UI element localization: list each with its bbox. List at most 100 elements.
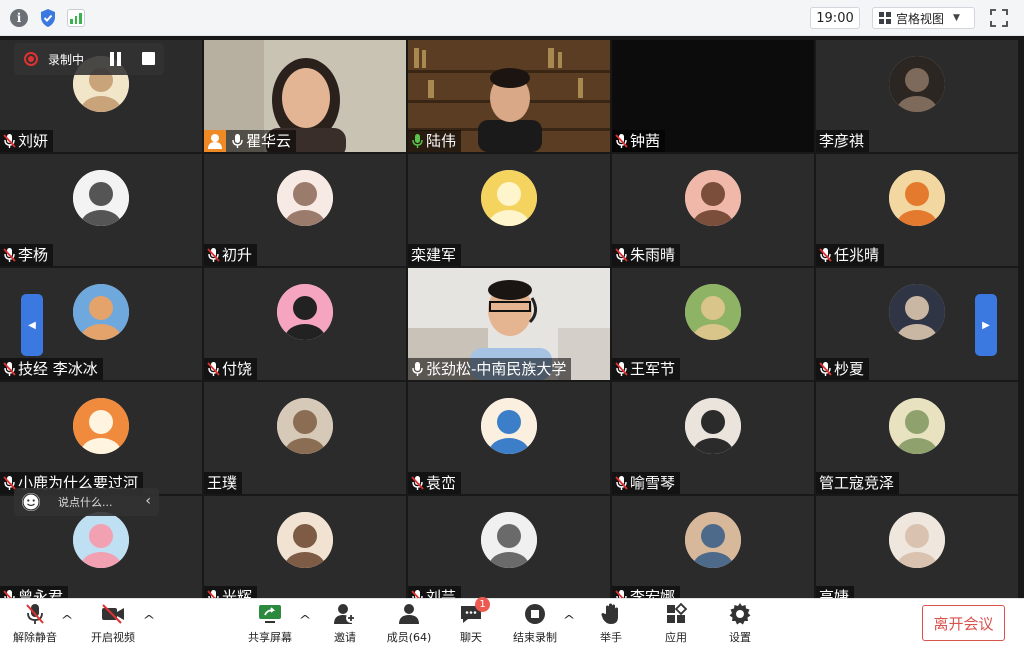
share-screen-label: 共享屏幕 — [248, 631, 292, 644]
participant-tile[interactable]: 光辉 — [204, 496, 406, 598]
participant-tile[interactable]: 李杨 — [0, 154, 202, 266]
participant-name: 栾建军 — [411, 246, 457, 264]
quick-chat-bar[interactable]: 说点什么... ‹ — [14, 488, 159, 516]
participant-tile[interactable]: 李宏娜 — [612, 496, 814, 598]
participant-nameplate: 李杨 — [0, 244, 54, 266]
participant-name: 光辉 — [222, 588, 253, 598]
participant-nameplate: 光辉 — [204, 586, 258, 598]
signal-icon[interactable] — [66, 8, 86, 28]
chat-label: 聊天 — [460, 631, 482, 644]
participant-nameplate: 付饶 — [204, 358, 258, 380]
participant-nameplate: 陆伟 — [408, 130, 462, 152]
participant-nameplate: 刘芸 — [408, 586, 462, 598]
unmute-button[interactable]: 解除静音 — [10, 602, 60, 646]
participant-tile[interactable]: 王军节 — [612, 268, 814, 380]
participant-name: 任兆晴 — [834, 246, 880, 264]
participant-tile[interactable]: 高婕 — [816, 496, 1018, 598]
participant-name: 朱雨晴 — [630, 246, 676, 264]
participant-nameplate: 曾永君 — [0, 586, 69, 598]
participant-tile[interactable]: 喻雪琴 — [612, 382, 814, 494]
start-video-label: 开启视频 — [91, 631, 135, 644]
meeting-toolbar: 解除静音 ^ 开启视频 ^ 共享屏幕 ^ 邀请 成员(64) 1 聊天 结束录制… — [0, 597, 1024, 647]
mic-muted-icon — [411, 589, 424, 598]
participant-nameplate: 杪夏 — [816, 358, 870, 380]
recording-indicator: 录制中 — [14, 43, 164, 75]
chat-button[interactable]: 1 聊天 — [456, 597, 490, 646]
participant-tile[interactable]: 初升 — [204, 154, 406, 266]
stop-record-label: 结束录制 — [513, 631, 557, 644]
participant-avatar — [889, 170, 945, 226]
mic-muted-icon — [207, 361, 220, 377]
apps-icon — [663, 602, 689, 626]
members-icon — [396, 602, 422, 626]
previous-page-button[interactable]: ◀ — [21, 294, 43, 356]
participant-nameplate: 栾建军 — [408, 244, 462, 266]
share-options-caret-icon[interactable]: ^ — [298, 613, 311, 627]
stop-record-button[interactable]: 结束录制 — [510, 602, 560, 646]
mic-muted-icon — [615, 247, 628, 263]
emoji-icon[interactable] — [22, 493, 40, 511]
start-video-button[interactable]: 开启视频 — [88, 602, 138, 646]
mic-muted-icon — [3, 133, 16, 149]
top-bar: i 19:00 宫格视图 ▼ — [0, 0, 1024, 36]
chat-unread-badge: 1 — [475, 597, 490, 612]
participant-tile[interactable]: 任兆晴 — [816, 154, 1018, 266]
participant-nameplate: 王璞 — [204, 472, 243, 494]
mic-icon — [231, 133, 244, 149]
audio-options-caret-icon[interactable]: ^ — [60, 613, 73, 627]
participant-tile[interactable]: 栾建军 — [408, 154, 610, 266]
chevron-left-icon[interactable]: ‹ — [145, 493, 151, 509]
gear-icon — [727, 602, 753, 626]
invite-label: 邀请 — [334, 631, 356, 644]
share-screen-button[interactable]: 共享屏幕 — [246, 602, 294, 646]
apps-button[interactable]: 应用 — [661, 602, 691, 646]
participant-tile[interactable]: 张劲松-中南民族大学 — [408, 268, 610, 380]
participant-name: 杪夏 — [834, 360, 865, 378]
caret-down-icon: ▼ — [953, 13, 960, 23]
participant-avatar — [481, 170, 537, 226]
pause-recording-button[interactable] — [110, 52, 124, 66]
participant-nameplate: 张劲松-中南民族大学 — [408, 358, 572, 380]
invite-button[interactable]: 邀请 — [330, 602, 360, 646]
fullscreen-icon[interactable] — [989, 8, 1009, 28]
raise-hand-button[interactable]: 举手 — [596, 602, 626, 646]
participant-tile[interactable]: 钟茜 — [612, 40, 814, 152]
participant-tile[interactable]: 瞿华云 — [204, 40, 406, 152]
chat-input-placeholder[interactable]: 说点什么... — [58, 494, 113, 510]
stop-recording-button[interactable] — [142, 52, 155, 65]
view-mode-dropdown[interactable]: 宫格视图 ▼ — [872, 7, 975, 29]
participant-tile[interactable]: 朱雨晴 — [612, 154, 814, 266]
settings-button[interactable]: 设置 — [725, 602, 755, 646]
chat-icon: 1 — [458, 597, 490, 626]
record-options-caret-icon[interactable]: ^ — [562, 613, 575, 627]
participant-name: 喻雪琴 — [630, 474, 676, 492]
participant-nameplate: 任兆晴 — [816, 244, 885, 266]
video-options-caret-icon[interactable]: ^ — [142, 613, 155, 627]
mic-muted-icon — [207, 589, 220, 598]
participant-avatar — [889, 512, 945, 568]
members-button[interactable]: 成员(64) — [385, 602, 433, 646]
mic-muted-icon — [615, 475, 628, 491]
participant-tile[interactable]: 付饶 — [204, 268, 406, 380]
participant-nameplate: 李彦祺 — [816, 130, 870, 152]
leave-meeting-button[interactable]: 离开会议 — [922, 605, 1005, 641]
shield-icon[interactable] — [38, 8, 58, 28]
participant-avatar — [889, 56, 945, 112]
participant-tile[interactable]: 刘芸 — [408, 496, 610, 598]
apps-label: 应用 — [665, 631, 687, 644]
participant-name: 陆伟 — [426, 132, 457, 150]
recording-label: 录制中 — [48, 52, 85, 67]
participant-tile[interactable]: 管工寇竞泽 — [816, 382, 1018, 494]
participant-avatar — [481, 398, 537, 454]
participant-tile[interactable]: 袁峦 — [408, 382, 610, 494]
participant-tile[interactable]: 王璞 — [204, 382, 406, 494]
host-icon — [204, 130, 226, 152]
info-icon[interactable]: i — [9, 8, 29, 28]
participant-tile[interactable]: 小鹿为什么要过河 — [0, 382, 202, 494]
participant-tile[interactable]: 李彦祺 — [816, 40, 1018, 152]
next-page-button[interactable]: ▶ — [975, 294, 997, 356]
arrow-left-icon: ◀ — [28, 319, 36, 331]
participant-tile[interactable]: 陆伟 — [408, 40, 610, 152]
participant-name: 李宏娜 — [630, 588, 676, 598]
participant-name: 初升 — [222, 246, 253, 264]
